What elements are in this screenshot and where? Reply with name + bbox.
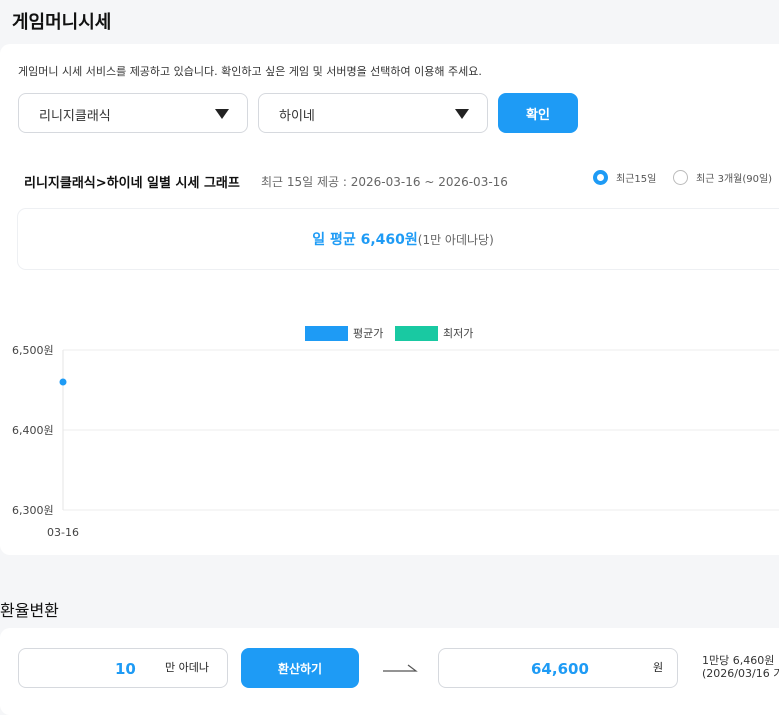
page-title: 게임머니시세 xyxy=(12,12,112,33)
arrow-right-icon xyxy=(383,664,418,672)
caret-down-icon xyxy=(215,109,229,119)
x-tick-label: 03-16 xyxy=(47,526,79,539)
daily-average-unit: (1만 아데나당) xyxy=(417,233,494,247)
y-tick-label: 6,500원 xyxy=(12,344,54,357)
daily-average-card: 일 평균 6,460원(1만 아데나당) xyxy=(18,209,779,269)
exchange-rate-line: 1만당 6,460원 xyxy=(702,654,775,667)
adena-amount-value: 10 xyxy=(115,660,136,678)
won-result-unit: 원 xyxy=(653,661,664,674)
confirm-button[interactable]: 확인 xyxy=(498,93,578,133)
exchange-rate-note: 1만당 6,460원 (2026/03/16 기 xyxy=(702,654,779,680)
legend-swatch xyxy=(395,326,438,341)
won-result-field: 64,600 원 xyxy=(438,648,678,688)
server-select-value: 하이네 xyxy=(279,109,315,124)
server-select[interactable]: 하이네 xyxy=(258,93,488,133)
adena-amount-field[interactable]: 10 만 아데나 xyxy=(18,648,228,688)
service-description: 게임머니 시세 서비스를 제공하고 있습니다. 확인하고 싶은 게임 및 서버명… xyxy=(18,65,482,78)
legend-label: 평균가 xyxy=(353,327,383,340)
caret-down-icon xyxy=(455,109,469,119)
price-chart: 평균가 최저가 6,500원 6,400원 6,300원 03-16 xyxy=(12,326,779,539)
radio-checked-icon xyxy=(593,170,608,185)
radio-recent-15-label: 최근15일 xyxy=(616,174,657,185)
y-tick-label: 6,300원 xyxy=(12,504,54,517)
y-tick-label: 6,400원 xyxy=(12,424,54,437)
legend-swatch xyxy=(305,326,348,341)
radio-recent-15[interactable]: 최근15일 xyxy=(593,170,656,185)
graph-title: 리니지클래식>하이네 일별 시세 그래프 xyxy=(24,176,240,191)
radio-recent-90-label: 최근 3개월(90일) xyxy=(696,174,773,185)
adena-amount-unit: 만 아데나 xyxy=(165,661,209,674)
exchange-date-line: (2026/03/16 기 xyxy=(702,667,779,680)
exchange-title: 환율변환 xyxy=(0,601,59,620)
radio-unchecked-icon xyxy=(673,170,688,185)
daily-average-text: 일 평균 6,460원(1만 아데나당) xyxy=(18,229,779,249)
legend-label: 최저가 xyxy=(443,327,473,340)
data-point xyxy=(59,378,67,386)
convert-button[interactable]: 환산하기 xyxy=(241,648,359,688)
game-select-value: 리니지클래식 xyxy=(39,109,111,124)
game-select[interactable]: 리니지클래식 xyxy=(18,93,248,133)
radio-recent-90[interactable]: 최근 3개월(90일) xyxy=(673,170,772,185)
daily-average-value: 일 평균 6,460원 xyxy=(312,232,418,248)
graph-period: 최근 15일 제공 : 2026-03-16 ~ 2026-03-16 xyxy=(261,175,508,189)
won-result-value: 64,600 xyxy=(531,660,589,678)
